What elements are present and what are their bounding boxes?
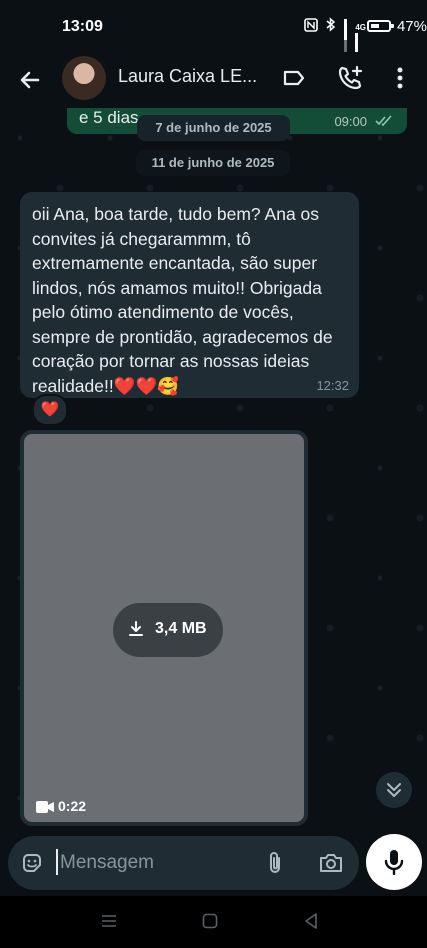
label-icon[interactable] — [282, 66, 306, 90]
message-time: 12:32 — [316, 378, 349, 393]
home-icon[interactable] — [202, 913, 218, 929]
status-icons: 4G — [304, 17, 367, 67]
read-ticks-icon — [375, 114, 395, 130]
camera-icon[interactable] — [318, 851, 344, 875]
video-camera-icon — [36, 800, 54, 814]
message-text: e 5 dias — [79, 108, 139, 127]
chat-area[interactable]: e 5 dias 09:00 7 de junho de 2025 11 de … — [0, 108, 427, 836]
download-button[interactable]: 3,4 MB — [113, 603, 223, 657]
battery-percent: 47% — [396, 18, 427, 35]
nav-back-icon[interactable] — [303, 912, 319, 930]
avatar[interactable] — [62, 56, 106, 100]
download-icon — [127, 620, 145, 638]
reaction-heart[interactable]: ❤️ — [32, 394, 68, 426]
video-duration: 0:22 — [58, 798, 87, 814]
message-composer — [8, 836, 359, 890]
network-type: 4G — [355, 23, 366, 32]
message-time: 09:00 — [334, 114, 367, 129]
scroll-to-bottom-button[interactable] — [376, 772, 412, 808]
more-vert-icon[interactable] — [390, 64, 410, 92]
recents-icon[interactable] — [101, 914, 117, 928]
sticky-date-chip: 7 de junho de 2025 — [137, 115, 290, 141]
wifi-signal-icon — [344, 19, 348, 53]
contact-name[interactable]: Laura Caixa LE... — [118, 66, 272, 87]
status-bar: 13:09 4G 47% — [0, 0, 427, 67]
message-text: oii Ana, boa tarde, tudo bem? Ana os con… — [32, 204, 333, 396]
system-navigation-bar — [0, 896, 427, 948]
attach-icon[interactable] — [264, 850, 286, 876]
chevron-double-down-icon — [387, 783, 401, 797]
chat-header: Laura Caixa LE... — [0, 52, 427, 108]
cell-signal-icon: 4G — [355, 19, 367, 67]
battery-icon — [367, 20, 394, 32]
add-call-icon[interactable] — [336, 64, 364, 92]
incoming-message-bubble[interactable]: oii Ana, boa tarde, tudo bem? Ana os con… — [20, 192, 359, 398]
bluetooth-icon — [326, 17, 336, 35]
voice-record-button[interactable] — [366, 834, 422, 890]
video-thumbnail[interactable]: 3,4 MB 0:22 — [24, 434, 304, 822]
microphone-icon — [384, 849, 404, 876]
file-size: 3,4 MB — [155, 620, 207, 637]
message-input[interactable] — [60, 848, 250, 878]
date-separator: 11 de junho de 2025 — [136, 150, 290, 176]
back-arrow-icon[interactable] — [16, 66, 44, 94]
nfc-icon — [304, 17, 319, 35]
video-message-bubble[interactable]: 3,4 MB 0:22 — [20, 430, 308, 826]
status-time: 13:09 — [62, 18, 103, 35]
text-cursor — [56, 849, 58, 875]
sticker-icon[interactable] — [20, 851, 44, 875]
